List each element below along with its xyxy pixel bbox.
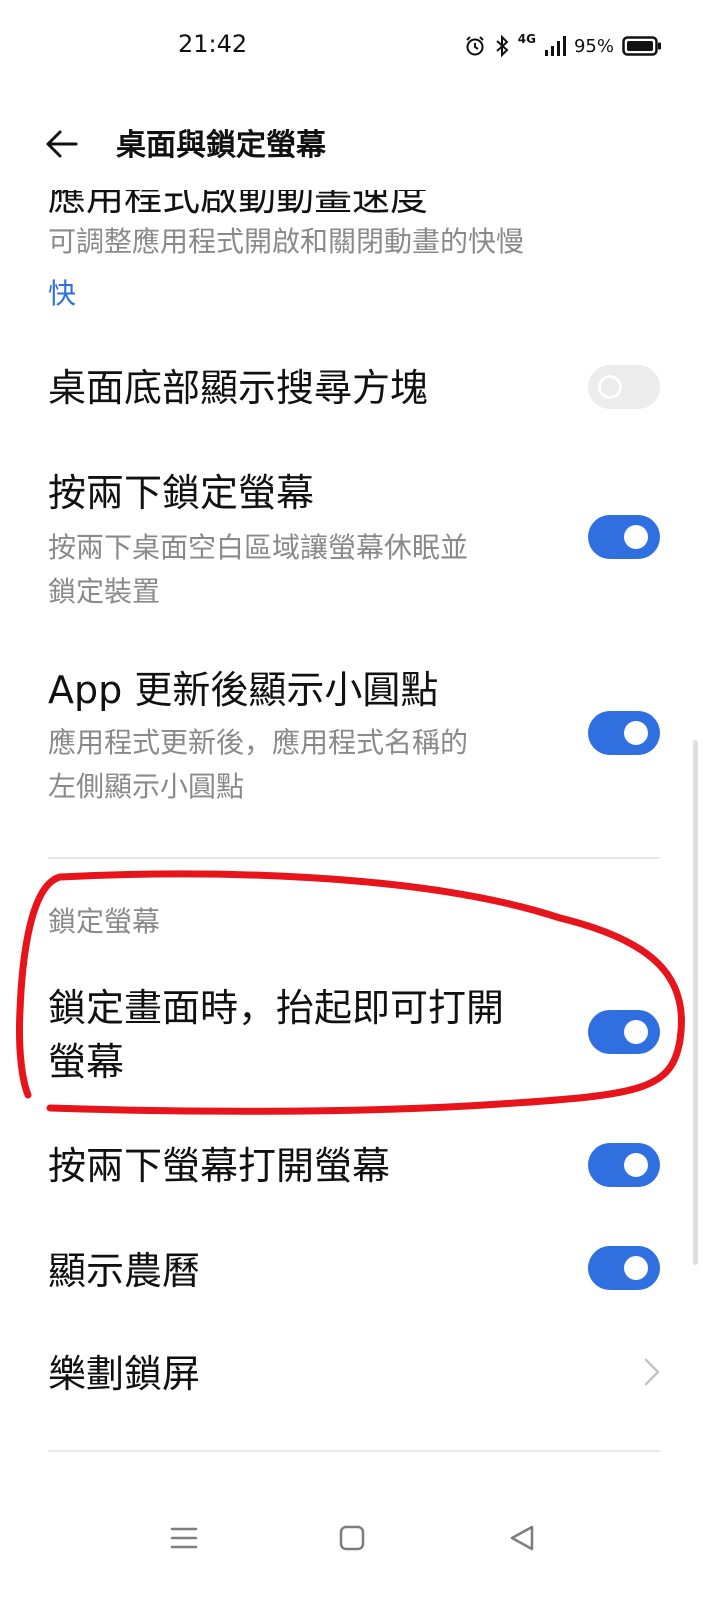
back-arrow-icon[interactable] xyxy=(40,122,84,166)
setting-subtitle: 左側顯示小圓點 xyxy=(48,770,245,803)
toggle-knob xyxy=(624,1020,648,1044)
status-icons: 4G 95% xyxy=(464,30,662,62)
home-icon xyxy=(339,1525,365,1551)
chevron-right-icon xyxy=(644,1358,660,1386)
double-tap-lock-toggle[interactable] xyxy=(588,515,660,559)
network-type-label: 4G xyxy=(517,32,536,46)
setting-lunar-calendar[interactable]: 顯示農曆 xyxy=(0,1230,720,1310)
status-bar: 21:42 4G 95% xyxy=(0,0,720,90)
setting-title: 按兩下螢幕打開螢幕 xyxy=(48,1144,391,1188)
setting-app-update-dot[interactable]: App 更新後顯示小圓點 應用程式更新後，應用程式名稱的 左側顯示小圓點 xyxy=(0,655,720,815)
menu-icon xyxy=(170,1527,198,1549)
setting-app-animation-speed[interactable]: 應用程式啟動動畫速度 可調整應用程式開啟和關閉動畫的快慢 快 xyxy=(0,190,720,330)
setting-subtitle: 應用程式更新後，應用程式名稱的 xyxy=(48,726,469,759)
battery-icon xyxy=(622,36,661,56)
toggle-knob xyxy=(624,1256,648,1280)
lunar-calendar-toggle[interactable] xyxy=(588,1246,660,1290)
toggle-knob xyxy=(624,525,648,549)
toggle-knob xyxy=(598,375,622,399)
section-header-lock-screen: 鎖定螢幕 xyxy=(48,905,161,938)
setting-title: 鎖定畫面時，抬起即可打開 xyxy=(48,986,505,1030)
double-tap-wake-toggle[interactable] xyxy=(588,1143,660,1187)
battery-percent: 95% xyxy=(573,35,614,57)
section-divider xyxy=(48,857,660,859)
app-update-dot-toggle[interactable] xyxy=(588,711,660,755)
setting-double-tap-wake[interactable]: 按兩下螢幕打開螢幕 xyxy=(0,1125,720,1205)
setting-search-block[interactable]: 桌面底部顯示搜尋方塊 xyxy=(0,345,720,435)
setting-title: App 更新後顯示小圓點 xyxy=(48,668,439,712)
back-icon xyxy=(510,1525,534,1551)
setting-double-tap-lock[interactable]: 按兩下鎖定螢幕 按兩下桌面空白區域讓螢幕休眠並 鎖定裝置 xyxy=(0,460,720,620)
back-button[interactable] xyxy=(492,1508,552,1568)
alarm-icon xyxy=(466,36,484,56)
toggle-knob xyxy=(624,721,648,745)
setting-title: 螢幕 xyxy=(48,1040,125,1084)
page-title: 桌面與鎖定螢幕 xyxy=(116,128,326,163)
setting-lock-screen-app[interactable]: 樂劃鎖屏 xyxy=(0,1335,720,1415)
settings-list: 應用程式啟動動畫速度 可調整應用程式開啟和關閉動畫的快慢 快 桌面底部顯示搜尋方… xyxy=(0,190,720,1478)
setting-value: 快 xyxy=(48,277,77,310)
scrollbar[interactable] xyxy=(693,740,698,1265)
setting-subtitle: 按兩下桌面空白區域讓螢幕休眠並 xyxy=(48,531,469,564)
setting-title: 顯示農曆 xyxy=(48,1249,201,1293)
setting-title: 桌面底部顯示搜尋方塊 xyxy=(48,366,429,410)
setting-subtitle: 可調整應用程式開啟和關閉動畫的快慢 xyxy=(48,225,525,258)
section-divider xyxy=(48,1450,660,1452)
setting-title: 樂劃鎖屏 xyxy=(48,1352,201,1396)
header: 桌面與鎖定螢幕 xyxy=(0,100,720,190)
setting-title: 應用程式啟動動畫速度 xyxy=(48,190,429,219)
raise-to-wake-toggle[interactable] xyxy=(588,1010,660,1054)
recent-apps-button[interactable] xyxy=(154,1508,214,1568)
setting-subtitle: 鎖定裝置 xyxy=(48,575,161,608)
navigation-bar xyxy=(0,1478,720,1600)
setting-title: 按兩下鎖定螢幕 xyxy=(48,471,315,515)
home-button[interactable] xyxy=(322,1508,382,1568)
bluetooth-icon xyxy=(496,34,509,58)
search-block-toggle[interactable] xyxy=(588,365,660,409)
toggle-knob xyxy=(624,1153,648,1177)
signal-icon xyxy=(544,36,566,56)
status-time: 21:42 xyxy=(178,30,248,58)
setting-raise-to-wake[interactable]: 鎖定畫面時，抬起即可打開 螢幕 xyxy=(0,975,720,1095)
